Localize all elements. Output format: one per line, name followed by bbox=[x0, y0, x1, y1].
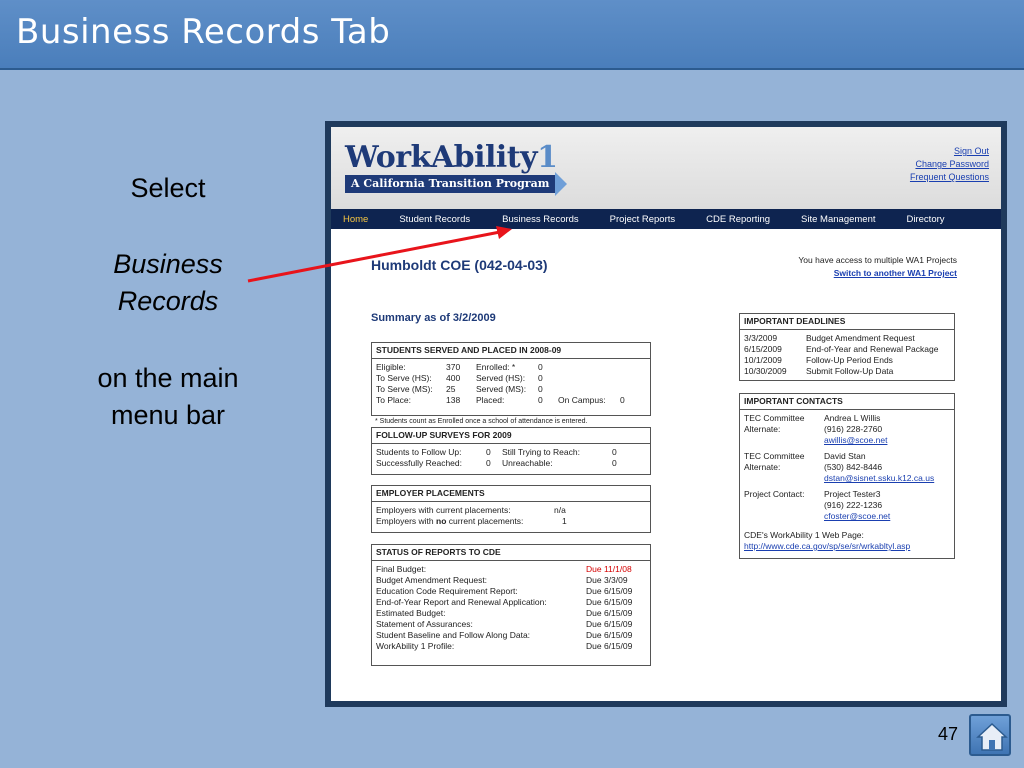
table-row: To Place: 138 Placed: 0 On Campus: 0 bbox=[376, 395, 625, 405]
nav-student-records[interactable]: Student Records bbox=[399, 214, 470, 225]
org-title: Humboldt COE (042-04-03) bbox=[371, 257, 548, 273]
home-icon bbox=[976, 722, 1008, 751]
deadlines-header: IMPORTANT DEADLINES bbox=[740, 316, 954, 330]
nav-directory[interactable]: Directory bbox=[907, 214, 945, 225]
cde-web-page-link[interactable]: http://www.cde.ca.gov/sp/se/sr/wrkabltyl… bbox=[744, 541, 910, 552]
table-row: Statement of Assurances: Due 6/15/09 bbox=[376, 619, 633, 629]
frequent-questions-link[interactable]: Frequent Questions bbox=[910, 171, 989, 184]
access-text: You have access to multiple WA1 Projects bbox=[798, 255, 957, 265]
screenshot-frame: WorkAbility1 A California Transition Pro… bbox=[325, 121, 1007, 707]
home-button[interactable] bbox=[969, 714, 1011, 756]
instruction-on-main: on the main bbox=[97, 363, 239, 393]
contacts-header: IMPORTANT CONTACTS bbox=[740, 396, 954, 410]
workability-app: WorkAbility1 A California Transition Pro… bbox=[331, 127, 1001, 701]
students-header: STUDENTS SERVED AND PLACED IN 2008-09 bbox=[372, 345, 650, 359]
reports-status-box: STATUS OF REPORTS TO CDE Final Budget: Du… bbox=[371, 544, 651, 666]
table-row: Final Budget: Due 11/1/08 bbox=[376, 564, 632, 574]
reports-header: STATUS OF REPORTS TO CDE bbox=[372, 547, 650, 561]
nav-business-records[interactable]: Business Records bbox=[502, 214, 579, 225]
project-access: You have access to multiple WA1 Projects… bbox=[798, 254, 957, 280]
contacts-box: IMPORTANT CONTACTS TEC Committee Andrea L… bbox=[739, 393, 955, 559]
page-number: 47 bbox=[938, 724, 959, 744]
contact-email-link[interactable]: cfoster@scoe.net bbox=[824, 511, 890, 522]
nav-site-management[interactable]: Site Management bbox=[801, 214, 875, 225]
nav-home[interactable]: Home bbox=[343, 214, 368, 225]
employer-header: EMPLOYER PLACEMENTS bbox=[372, 488, 650, 502]
table-row: Student Baseline and Follow Along Data: D… bbox=[376, 630, 633, 640]
table-row: Students to Follow Up: 0 Still Trying to R… bbox=[376, 447, 617, 457]
switch-project-link[interactable]: Switch to another WA1 Project bbox=[798, 267, 957, 280]
instruction-select: Select bbox=[130, 173, 206, 203]
table-row: To Serve (HS): 400 Served (HS): 0 bbox=[376, 373, 543, 383]
top-links: Sign Out Change Password Frequent Questi… bbox=[910, 145, 989, 184]
table-row: Estimated Budget: Due 6/15/09 bbox=[376, 608, 633, 618]
list-item: 3/3/2009 Budget Amendment Request bbox=[744, 333, 915, 343]
follow-up-box: FOLLOW-UP SURVEYS FOR 2009 Students to F… bbox=[371, 427, 651, 475]
employer-placements-box: EMPLOYER PLACEMENTS Employers with curre… bbox=[371, 485, 651, 533]
instruction-business: Business bbox=[113, 249, 223, 279]
table-row: Successfully Reached: 0 Unreachable: 0 bbox=[376, 458, 617, 468]
nav-cde-reporting[interactable]: CDE Reporting bbox=[706, 214, 770, 225]
summary-title: Summary as of 3/2/2009 bbox=[371, 312, 496, 324]
table-row: Budget Amendment Request: Due 3/3/09 bbox=[376, 575, 628, 585]
table-row: Education Code Requirement Report: Due 6/… bbox=[376, 586, 633, 596]
instruction-records: Records bbox=[117, 286, 219, 316]
main-menu-bar: Home Student Records Business Records Pr… bbox=[331, 209, 1001, 229]
table-row: Employers with current placements: n/a bbox=[376, 505, 566, 515]
sign-out-link[interactable]: Sign Out bbox=[910, 145, 989, 158]
table-row: End-of-Year Report and Renewal Applicati… bbox=[376, 597, 633, 607]
follow-up-header: FOLLOW-UP SURVEYS FOR 2009 bbox=[372, 430, 650, 444]
list-item: 10/30/2009 Submit Follow-Up Data bbox=[744, 366, 894, 376]
slide-title-bar: Business Records Tab bbox=[0, 0, 1024, 70]
instruction-menu-bar: menu bar bbox=[110, 400, 226, 430]
table-row: WorkAbility 1 Profile: Due 6/15/09 bbox=[376, 641, 633, 651]
contact-email-link[interactable]: awillis@scoe.net bbox=[824, 435, 887, 446]
students-served-box: STUDENTS SERVED AND PLACED IN 2008-09 El… bbox=[371, 342, 651, 416]
list-item: 10/1/2009 Follow-Up Period Ends bbox=[744, 355, 893, 365]
table-row: Eligible: 370 Enrolled: * 0 bbox=[376, 362, 543, 372]
table-row: Employers with no current placements: 1 bbox=[376, 516, 567, 526]
deadlines-box: IMPORTANT DEADLINES 3/3/2009 Budget Amend… bbox=[739, 313, 955, 381]
list-item: 6/15/2009 End-of-Year and Renewal Package bbox=[744, 344, 939, 354]
table-row: To Serve (MS): 25 Served (MS): 0 bbox=[376, 384, 543, 394]
slide-title: Business Records Tab bbox=[16, 12, 391, 52]
app-header: WorkAbility1 A California Transition Pro… bbox=[331, 127, 1001, 209]
logo-tagline: A California Transition Program bbox=[345, 172, 568, 196]
workability-logo: WorkAbility1 A California Transition Pro… bbox=[345, 143, 568, 196]
students-footnote: * Students count as Enrolled once a scho… bbox=[375, 418, 588, 425]
contact-email-link[interactable]: dstan@sisnet.ssku.k12.ca.us bbox=[824, 473, 934, 484]
change-password-link[interactable]: Change Password bbox=[910, 158, 989, 171]
nav-project-reports[interactable]: Project Reports bbox=[610, 214, 675, 225]
